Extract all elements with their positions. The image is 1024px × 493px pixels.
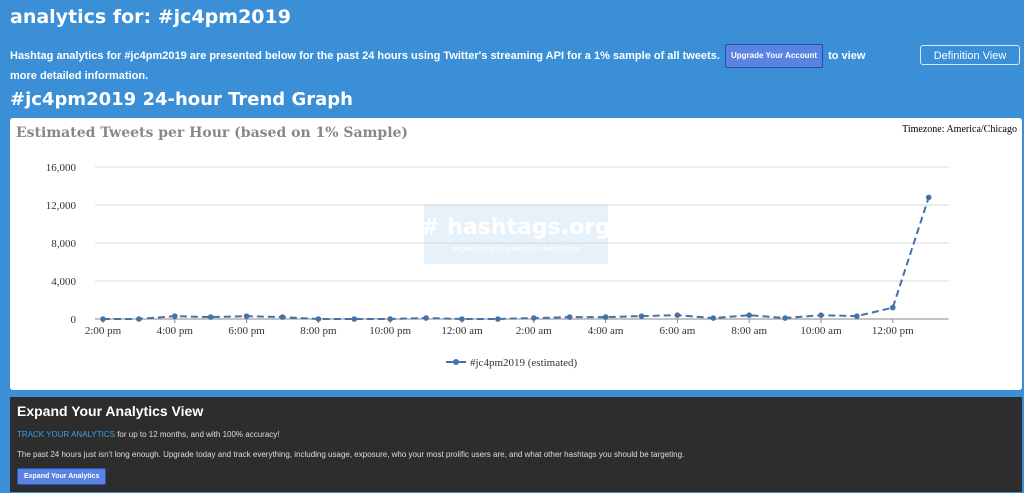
data-point[interactable]: [854, 313, 860, 319]
x-tick-label: 12:00 pm: [872, 325, 914, 337]
upgrade-account-button[interactable]: Upgrade Your Account: [724, 44, 824, 68]
track-line: TRACK YOUR ANALYTICS for up to 12 months…: [17, 430, 280, 439]
x-tick-label: 8:00 am: [731, 325, 767, 337]
timezone-label: Timezone: America/Chicago: [902, 124, 1017, 135]
data-point[interactable]: [100, 316, 106, 322]
data-point[interactable]: [279, 314, 286, 320]
data-point[interactable]: [890, 304, 896, 311]
data-point[interactable]: [674, 312, 681, 318]
expand-description: The past 24 hours just isn't long enough…: [17, 450, 685, 459]
data-point[interactable]: [387, 316, 394, 322]
trend-chart: Estimated Tweets per Hour (based on 1% S…: [16, 124, 1017, 369]
track-analytics-link[interactable]: TRACK YOUR ANALYTICS: [17, 430, 115, 439]
x-tick-label: 4:00 am: [588, 325, 624, 337]
page-title: analytics for: #jc4pm2019: [10, 6, 291, 28]
x-tick-label: 12:00 am: [441, 325, 483, 337]
data-point[interactable]: [638, 313, 645, 319]
x-tick-label: 2:00 pm: [85, 325, 122, 337]
data-point[interactable]: [782, 315, 788, 321]
data-point[interactable]: [566, 314, 573, 320]
trend-graph-title: #jc4pm2019 24-hour Trend Graph: [10, 89, 353, 110]
data-point[interactable]: [602, 314, 609, 320]
data-point[interactable]: [818, 312, 824, 318]
x-tick-label: 10:00 pm: [369, 325, 411, 337]
data-point[interactable]: [136, 316, 142, 322]
watermark-main: # hashtags.org: [421, 215, 611, 240]
data-point[interactable]: [351, 316, 358, 322]
grid-layer: [95, 166, 949, 320]
x-tick-label: 4:00 pm: [157, 325, 194, 337]
legend-label[interactable]: #jc4pm2019 (estimated): [470, 357, 578, 369]
y-tick-label: 4,000: [51, 276, 76, 288]
y-tick-label: 16,000: [46, 162, 77, 174]
x-tick-label: 2:00 am: [516, 325, 552, 337]
x-tick-label: 6:00 pm: [228, 325, 265, 337]
chart-card: Estimated Tweets per Hour (based on 1% S…: [10, 118, 1022, 390]
legend[interactable]: #jc4pm2019 (estimated): [446, 357, 578, 369]
expand-title: Expand Your Analytics View: [17, 403, 204, 419]
data-point[interactable]: [746, 312, 752, 318]
data-point[interactable]: [243, 313, 250, 319]
data-point[interactable]: [207, 314, 214, 320]
expand-analytics-button[interactable]: Expand Your Analytics: [17, 468, 107, 485]
chart-title: Estimated Tweets per Hour (based on 1% S…: [16, 125, 408, 141]
data-point[interactable]: [710, 315, 717, 321]
y-tick-label: 12,000: [46, 200, 77, 212]
intro-before: Hashtag analytics for #jc4pm2019 are pre…: [10, 49, 720, 62]
data-point[interactable]: [172, 313, 178, 319]
x-tick-label: 8:00 pm: [300, 325, 337, 337]
data-point[interactable]: [925, 194, 932, 201]
x-tick-label: 6:00 am: [660, 325, 696, 337]
definition-view-button[interactable]: Definition View: [920, 45, 1020, 65]
track-rest: for up to 12 months, and with 100% accur…: [117, 430, 280, 439]
expand-panel: Expand Your Analytics View TRACK YOUR AN…: [10, 397, 1022, 492]
legend-marker-symbol: [453, 359, 459, 365]
data-point[interactable]: [423, 315, 429, 321]
data-point[interactable]: [531, 315, 537, 321]
data-point[interactable]: [459, 316, 465, 322]
data-point[interactable]: [495, 316, 501, 322]
y-tick-label: 8,000: [51, 238, 76, 250]
watermark-sub: organizing the world's hashtags: [452, 244, 580, 253]
y-tick-label: 0: [71, 314, 77, 326]
data-point[interactable]: [315, 316, 322, 322]
x-tick-label: 10:00 am: [800, 325, 842, 337]
watermark: # hashtags.org organizing the world's ha…: [421, 204, 611, 264]
intro-text: Hashtag analytics for #jc4pm2019 are pre…: [10, 44, 890, 84]
